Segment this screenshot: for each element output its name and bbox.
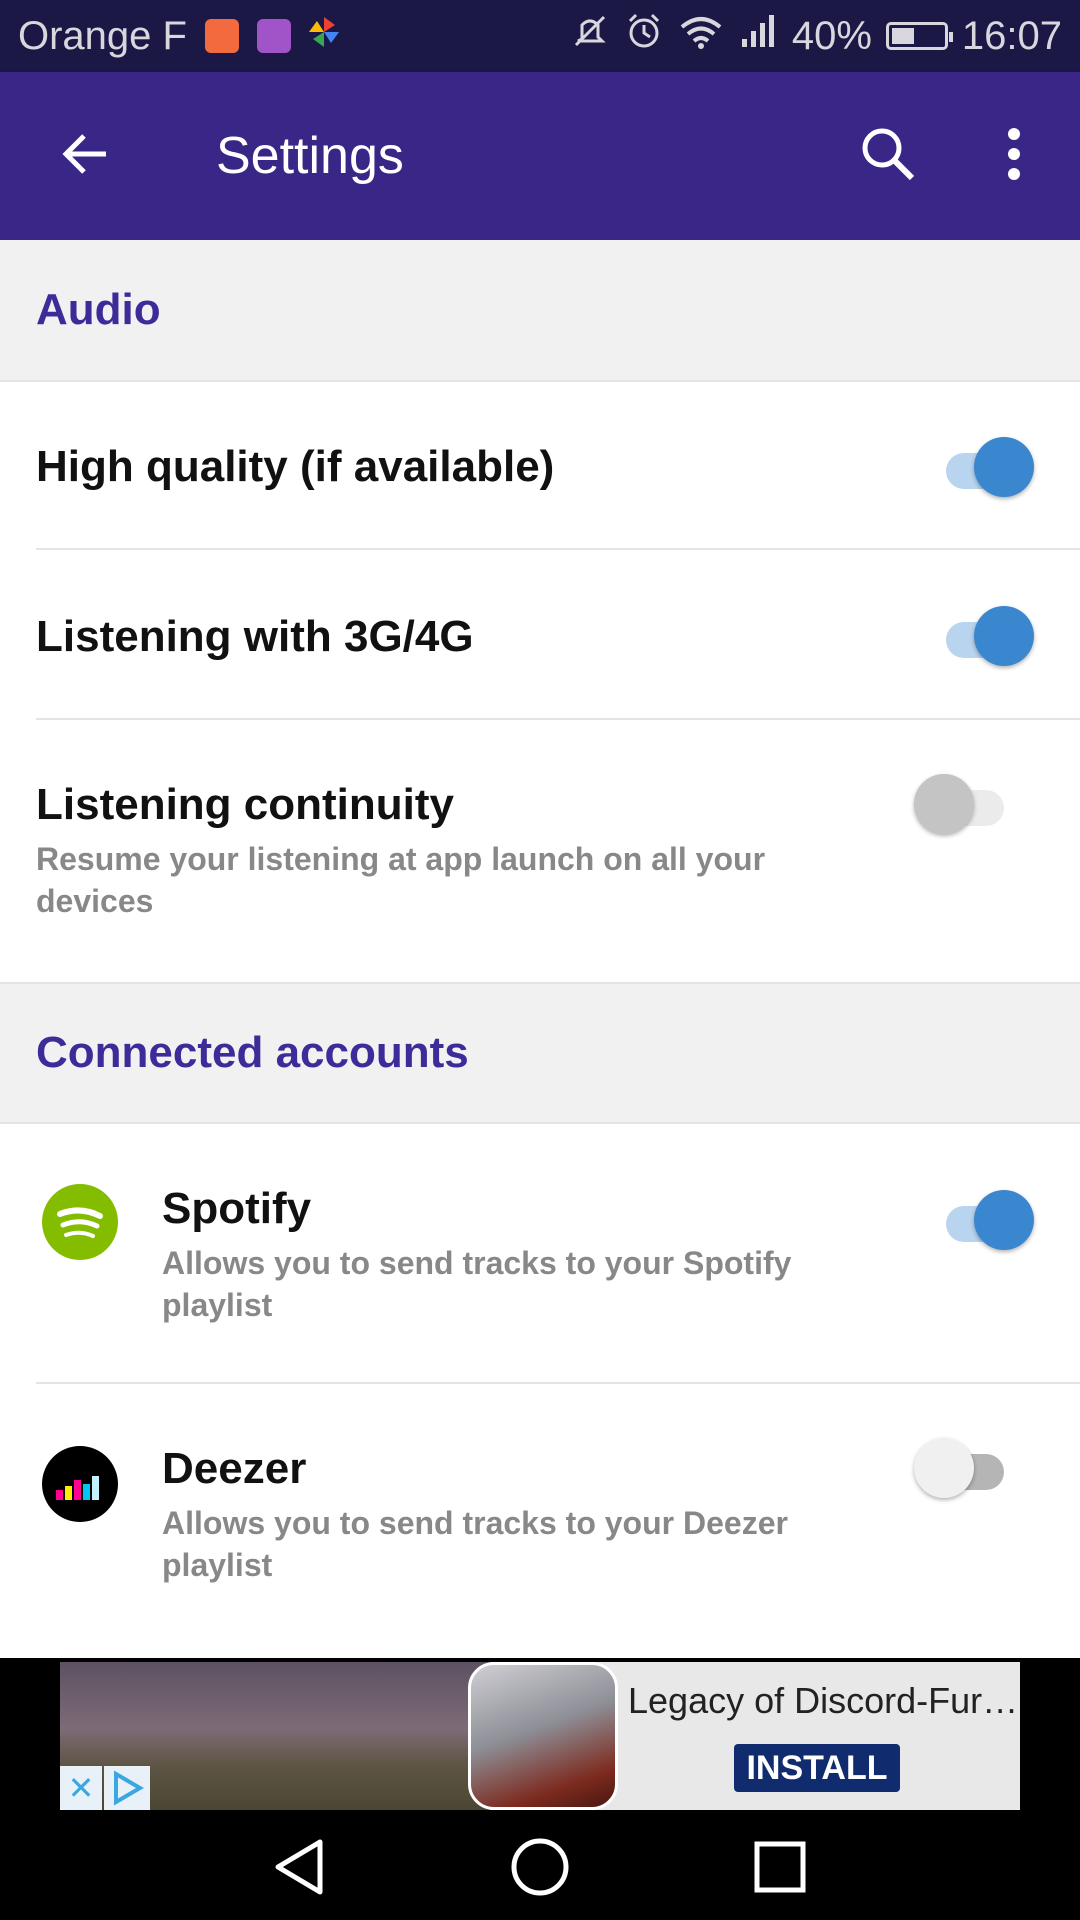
- setting-listening-continuity[interactable]: Listening continuity Resume your listeni…: [0, 720, 1080, 982]
- setting-title: Listening with 3G/4G: [36, 612, 474, 661]
- page-title: Settings: [216, 127, 404, 185]
- high-quality-toggle[interactable]: [938, 437, 1034, 497]
- game-icon: [468, 1662, 618, 1810]
- nav-back-icon[interactable]: [264, 1832, 334, 1902]
- battery-percent: 40%: [791, 13, 872, 58]
- navigation-bar: [0, 1812, 1080, 1920]
- ad-banner[interactable]: Legacy of Discord-Fur… INSTALL ✕: [0, 1658, 1080, 1812]
- gallery-app-icon: [256, 19, 291, 53]
- search-icon[interactable]: [856, 122, 920, 186]
- account-title: Spotify: [162, 1184, 312, 1233]
- signal-icon: [738, 11, 778, 61]
- nav-recents-icon[interactable]: [745, 1832, 815, 1902]
- alarm-icon: [624, 11, 664, 61]
- deezer-toggle[interactable]: [914, 1438, 1012, 1498]
- status-bar: Orange F 40% 16:07: [0, 0, 1080, 72]
- wifi-icon: [678, 11, 724, 61]
- section-header-audio: Audio: [0, 240, 1080, 382]
- spotify-icon: [42, 1184, 118, 1260]
- listening-continuity-toggle[interactable]: [914, 774, 1012, 834]
- pinwheel-app-icon: [307, 14, 341, 59]
- section-header-connected-accounts: Connected accounts: [0, 982, 1080, 1124]
- more-vert-icon[interactable]: [990, 122, 1038, 186]
- install-button[interactable]: INSTALL: [734, 1744, 900, 1792]
- setting-title: Listening continuity: [36, 780, 454, 829]
- adchoices-icon[interactable]: [104, 1766, 150, 1810]
- setting-high-quality[interactable]: High quality (if available): [0, 382, 1080, 550]
- account-title: Deezer: [162, 1444, 307, 1493]
- section-title: Connected accounts: [36, 1028, 469, 1077]
- health-app-icon: [204, 19, 239, 53]
- account-subtitle: Allows you to send tracks to your Deezer…: [162, 1505, 788, 1583]
- nav-home-icon[interactable]: [505, 1832, 575, 1902]
- back-arrow-icon[interactable]: [56, 124, 116, 184]
- ad-title: Legacy of Discord-Fur…: [628, 1680, 1019, 1721]
- account-subtitle: Allows you to send tracks to your Spotif…: [162, 1245, 792, 1323]
- app-bar: Settings: [0, 72, 1080, 240]
- settings-list: Audio High quality (if available) Listen…: [0, 240, 1080, 1652]
- account-spotify[interactable]: Spotify Allows you to send tracks to you…: [0, 1124, 1080, 1384]
- mute-icon: [570, 11, 610, 61]
- section-title: Audio: [36, 285, 161, 334]
- carrier-name: Orange F: [18, 13, 187, 58]
- deezer-icon: [42, 1446, 118, 1522]
- battery-icon: [885, 22, 953, 50]
- account-deezer[interactable]: Deezer Allows you to send tracks to your…: [0, 1384, 1080, 1652]
- clock: 16:07: [961, 13, 1062, 58]
- setting-listening-3g4g[interactable]: Listening with 3G/4G: [0, 550, 1080, 720]
- listening-3g4g-toggle[interactable]: [938, 606, 1034, 666]
- spotify-toggle[interactable]: [938, 1190, 1034, 1250]
- setting-title: High quality (if available): [36, 442, 555, 491]
- setting-subtitle: Resume your listening at app launch on a…: [36, 841, 766, 919]
- ad-close-icon[interactable]: ✕: [60, 1766, 102, 1810]
- ad-content[interactable]: Legacy of Discord-Fur… INSTALL ✕: [60, 1662, 1020, 1810]
